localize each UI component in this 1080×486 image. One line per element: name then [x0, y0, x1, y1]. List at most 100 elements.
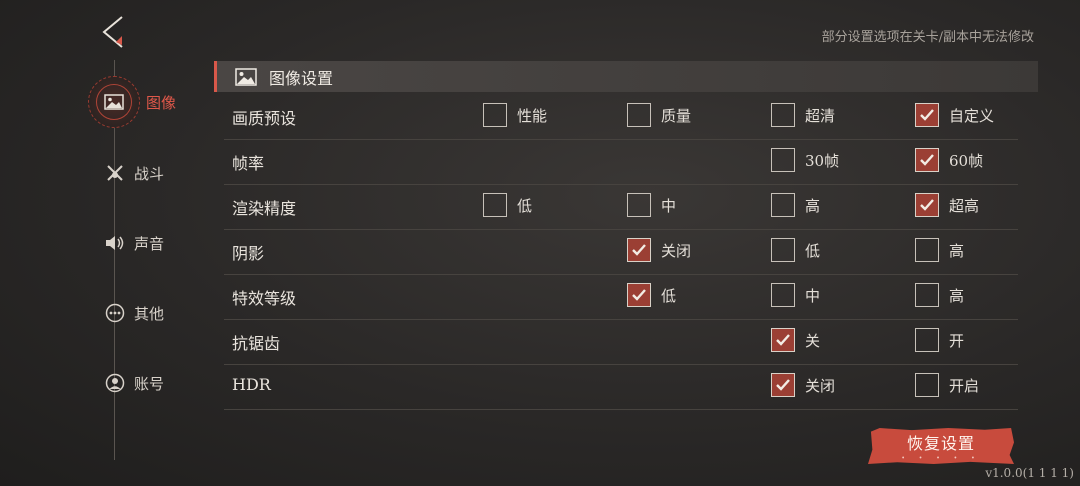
option-label: 30帧 [805, 151, 840, 170]
option-label: 质量 [661, 106, 692, 125]
option-label: 高 [949, 286, 965, 305]
nav-item-combat[interactable]: 战斗 [104, 162, 164, 184]
option-high[interactable]: 高 [771, 193, 820, 217]
checkbox[interactable] [915, 283, 939, 307]
nav-item-label: 图像 [146, 93, 177, 112]
option-label: 关 [805, 331, 821, 350]
option-label: 低 [805, 241, 821, 260]
setting-name: 渲染精度 [232, 199, 297, 218]
checkbox[interactable] [915, 328, 939, 352]
setting-row-shadow: 阴影 关闭 低 高 [224, 230, 1018, 275]
option-label: 低 [661, 286, 677, 305]
option-label: 高 [949, 241, 965, 260]
option-label: 关闭 [805, 376, 836, 395]
checkbox-checked[interactable] [915, 148, 939, 172]
setting-row-frame-rate: 帧率 30帧 60帧 [224, 140, 1018, 185]
checkbox[interactable] [771, 193, 795, 217]
checkbox[interactable] [483, 103, 507, 127]
checkbox-checked[interactable] [915, 103, 939, 127]
option-on[interactable]: 开 [915, 328, 964, 352]
restore-settings-button[interactable]: 恢复设置 • • • • • [868, 428, 1014, 464]
nav-item-sound[interactable]: 声音 [104, 232, 164, 254]
checkbox[interactable] [771, 103, 795, 127]
option-high[interactable]: 高 [915, 238, 964, 262]
checkbox[interactable] [483, 193, 507, 217]
option-high[interactable]: 高 [915, 283, 964, 307]
more-dots-icon [104, 302, 126, 324]
checkbox-checked[interactable] [627, 283, 651, 307]
option-performance[interactable]: 性能 [483, 103, 547, 127]
checkbox-checked[interactable] [771, 328, 795, 352]
option-label: 中 [805, 286, 821, 305]
back-arrow-icon [102, 16, 123, 48]
option-medium[interactable]: 中 [771, 283, 820, 307]
checkbox[interactable] [915, 238, 939, 262]
checkmark-icon [632, 289, 646, 301]
section-header: 图像设置 [214, 61, 1038, 92]
option-custom[interactable]: 自定义 [915, 103, 994, 127]
option-label: 中 [661, 196, 677, 215]
option-off[interactable]: 关闭 [627, 238, 691, 262]
option-label: 超清 [805, 106, 836, 125]
nav-active-ring [88, 76, 140, 128]
option-label: 开启 [949, 376, 980, 395]
checkmark-icon [920, 199, 934, 211]
setting-name: 画质预设 [232, 109, 297, 128]
setting-row-hdr: HDR 关闭 开启 [224, 365, 1018, 410]
setting-name: HDR [232, 375, 271, 394]
checkbox-checked[interactable] [915, 193, 939, 217]
nav-item-label: 声音 [134, 234, 165, 253]
setting-name: 特效等级 [232, 289, 297, 308]
version-label: v1.0.0(1 1 1 1) [985, 466, 1074, 480]
crossed-swords-icon [104, 162, 126, 184]
option-label: 60帧 [949, 151, 984, 170]
user-icon [104, 372, 126, 394]
checkmark-icon [776, 334, 790, 346]
checkbox[interactable] [627, 193, 651, 217]
setting-name: 帧率 [232, 154, 265, 173]
button-decoration: • • • • • [901, 455, 981, 462]
option-label: 高 [805, 196, 821, 215]
setting-row-effects-level: 特效等级 低 中 高 [224, 275, 1018, 320]
option-label: 自定义 [949, 106, 995, 125]
nav-item-graphics[interactable]: 图像 [88, 76, 176, 128]
option-label: 性能 [517, 106, 548, 125]
option-low[interactable]: 低 [771, 238, 820, 262]
checkbox[interactable] [771, 148, 795, 172]
option-30fps[interactable]: 30帧 [771, 148, 839, 172]
speaker-icon [104, 232, 126, 254]
checkbox[interactable] [771, 283, 795, 307]
checkbox[interactable] [771, 238, 795, 262]
option-ultra[interactable]: 超清 [771, 103, 835, 127]
settings-notice: 部分设置选项在关卡/副本中无法修改 [821, 30, 1034, 45]
setting-row-render-precision: 渲染精度 低 中 高 超高 [224, 185, 1018, 230]
option-on[interactable]: 开启 [915, 373, 979, 397]
setting-row-anti-aliasing: 抗锯齿 关 开 [224, 320, 1018, 365]
nav-item-other[interactable]: 其他 [104, 302, 164, 324]
checkbox[interactable] [627, 103, 651, 127]
option-low[interactable]: 低 [627, 283, 676, 307]
option-medium[interactable]: 中 [627, 193, 676, 217]
checkmark-icon [920, 109, 934, 121]
checkbox-checked[interactable] [771, 373, 795, 397]
checkbox-checked[interactable] [627, 238, 651, 262]
restore-button-label: 恢复设置 [906, 434, 975, 453]
checkbox[interactable] [915, 373, 939, 397]
option-ultra-high[interactable]: 超高 [915, 193, 979, 217]
option-label: 关闭 [661, 241, 692, 260]
option-label: 超高 [949, 196, 980, 215]
back-button[interactable] [100, 14, 130, 50]
section-title: 图像设置 [269, 68, 334, 88]
option-off[interactable]: 关闭 [771, 373, 835, 397]
image-icon [235, 67, 257, 86]
nav-item-label: 其他 [134, 304, 165, 323]
setting-name: 抗锯齿 [232, 334, 281, 353]
option-60fps[interactable]: 60帧 [915, 148, 983, 172]
image-icon [104, 94, 124, 110]
option-quality[interactable]: 质量 [627, 103, 691, 127]
setting-name: 阴影 [232, 244, 265, 263]
nav-item-account[interactable]: 账号 [104, 372, 164, 394]
checkmark-icon [920, 154, 934, 166]
option-low[interactable]: 低 [483, 193, 532, 217]
option-off[interactable]: 关 [771, 328, 820, 352]
